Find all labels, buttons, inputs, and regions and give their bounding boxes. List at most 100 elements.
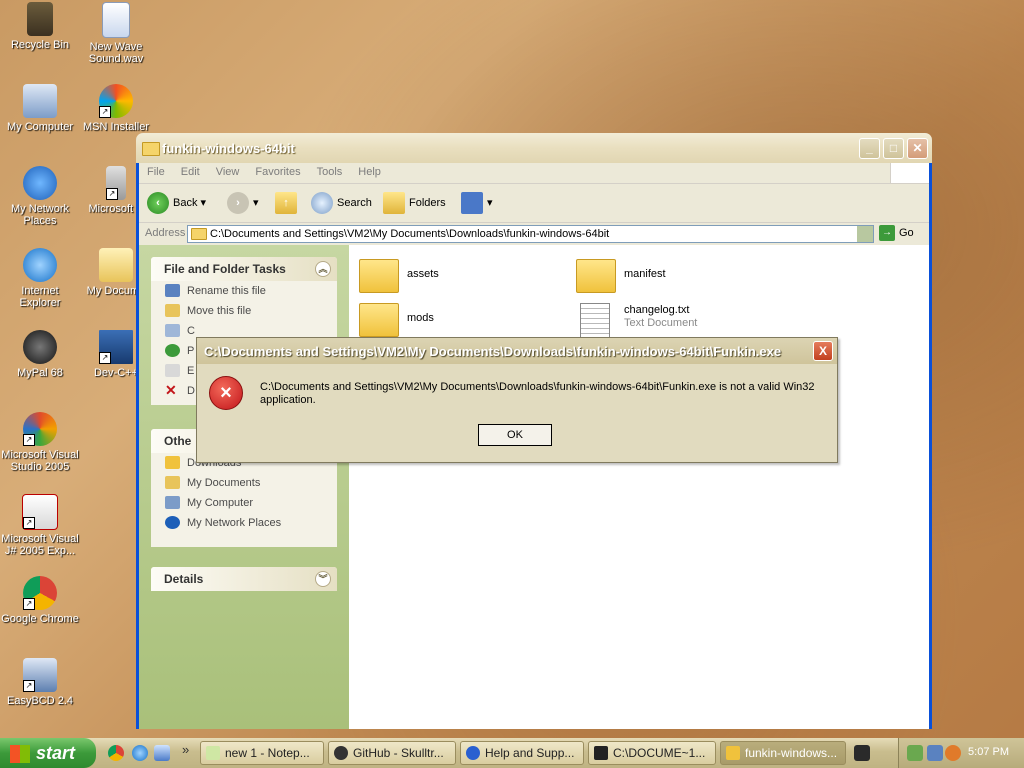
desktop-icon-easybcd[interactable]: ↗ EasyBCD 2.4 (0, 658, 80, 707)
desktop-icon-label: Microsoft Visual J# 2005 Exp... (1, 533, 79, 557)
desktop-icon-label: Microsoft Visual Studio 2005 (1, 449, 79, 473)
close-button[interactable]: ✕ (907, 138, 928, 159)
file-item-assets[interactable]: assets (359, 259, 539, 303)
mypal-icon (23, 330, 57, 364)
panel-title: File and Folder Tasks (164, 262, 286, 276)
file-name: assets (407, 268, 439, 280)
place-my-computer[interactable]: My Computer (151, 493, 337, 513)
desktop-icon-label: My Network Places (10, 203, 70, 227)
task-move[interactable]: Move this file (151, 301, 337, 321)
publish-icon (165, 344, 180, 357)
outlook-express-icon[interactable] (154, 745, 170, 761)
menu-tools[interactable]: Tools (309, 163, 351, 178)
task-rename[interactable]: Rename this file (151, 281, 337, 301)
taskbar: start » new 1 - Notep... GitHub - Skullt… (0, 738, 1024, 768)
email-icon (165, 364, 180, 377)
file-item-manifest[interactable]: manifest (576, 259, 756, 303)
msn-icon: ↗ (99, 84, 133, 118)
up-folder-button[interactable]: ↑ (275, 192, 301, 215)
menu-favorites[interactable]: Favorites (247, 163, 308, 178)
search-label: Search (337, 197, 372, 209)
desktop-icon-my-computer[interactable]: My Computer (0, 84, 80, 133)
task-label: E (187, 365, 195, 377)
dialog-titlebar[interactable]: C:\Documents and Settings\VM2\My Documen… (197, 338, 837, 364)
minimize-button[interactable]: _ (859, 138, 880, 159)
internet-explorer-icon[interactable] (132, 745, 148, 761)
panel-header[interactable]: File and Folder Tasks ︽ (151, 257, 337, 281)
window-title: funkin-windows-64bit (162, 141, 295, 156)
desktop-icon-visual-j[interactable]: ↗ Microsoft Visual J# 2005 Exp... (0, 494, 80, 557)
place-my-documents[interactable]: My Documents (151, 473, 337, 493)
maximize-button[interactable]: □ (883, 138, 904, 159)
desktop-icon-mypal[interactable]: MyPal 68 (0, 330, 80, 379)
start-button[interactable]: start (0, 738, 96, 768)
views-button[interactable]: ▾ (461, 192, 493, 215)
taskbar-item-github[interactable]: GitHub - Skulltr... (328, 741, 456, 765)
go-button[interactable]: → Go (879, 225, 914, 241)
task-label: P (187, 345, 195, 357)
place-my-network-places[interactable]: My Network Places (151, 513, 337, 533)
toolbar: ‹ Back ▾ › ▾ ↑ Search Folders ▾ (139, 184, 929, 223)
search-button[interactable]: Search (311, 192, 372, 215)
tray-safely-remove-icon[interactable] (927, 745, 943, 761)
menu-help[interactable]: Help (350, 163, 389, 178)
desktop-icon-msn-installer[interactable]: ↗ MSN Installer (76, 84, 156, 133)
shortcut-arrow-icon: ↗ (99, 106, 111, 118)
desktop-icon-visual-studio[interactable]: ↗ Microsoft Visual Studio 2005 (0, 412, 80, 473)
quick-launch-overflow[interactable]: » (182, 742, 189, 757)
clock: 5:07 PM (968, 746, 1009, 758)
back-button[interactable]: ‹ Back ▾ (147, 192, 206, 215)
dialog-close-button[interactable]: X (813, 341, 833, 361)
folder-icon (142, 142, 160, 156)
desktop-icon-google-chrome[interactable]: ↗ Google Chrome (0, 576, 80, 625)
error-dialog[interactable]: C:\Documents and Settings\VM2\My Documen… (196, 337, 838, 463)
panel-header[interactable]: Details ︾ (151, 567, 337, 591)
chrome-icon: ↗ (23, 576, 57, 610)
shortcut-arrow-icon: ↗ (23, 517, 35, 529)
address-input[interactable]: C:\Documents and Settings\VM2\My Documen… (187, 225, 874, 243)
desktop-icon-internet-explorer[interactable]: Internet Explorer (0, 248, 80, 309)
menu-view[interactable]: View (208, 163, 248, 178)
folder-icon (359, 259, 399, 293)
chrome-icon[interactable] (108, 745, 124, 761)
task-label: Move this file (187, 305, 252, 317)
desktop-icon-my-network-places[interactable]: My Network Places (0, 166, 80, 227)
move-icon (165, 304, 180, 317)
back-label: Back (173, 197, 198, 209)
collapse-icon[interactable]: ︽ (315, 261, 331, 277)
folder-icon (726, 746, 740, 760)
easybcd-icon: ↗ (23, 658, 57, 692)
expand-icon[interactable]: ︾ (315, 571, 331, 587)
taskbar-item-notepad[interactable]: new 1 - Notep... (200, 741, 324, 765)
address-dropdown-button[interactable] (857, 226, 873, 242)
desktop-icon-new-wave-sound[interactable]: New Wave Sound.wav (76, 2, 156, 65)
forward-button[interactable]: › ▾ (227, 192, 259, 215)
shortcut-arrow-icon: ↗ (23, 434, 35, 446)
forward-arrow-icon: › (227, 192, 249, 215)
paint-icon[interactable] (854, 745, 870, 761)
menu-file[interactable]: File (139, 163, 173, 178)
shortcut-arrow-icon: ↗ (23, 680, 35, 692)
folder-icon (576, 259, 616, 293)
taskbar-item-explorer[interactable]: funkin-windows... (720, 741, 846, 765)
go-arrow-icon: → (879, 225, 895, 241)
tray-search-icon[interactable] (945, 745, 961, 761)
desktop-icon-label: Google Chrome (1, 613, 79, 625)
explorer-titlebar[interactable]: funkin-windows-64bit _ □ ✕ (136, 133, 932, 163)
tray-network-icon[interactable] (907, 745, 923, 761)
taskbar-item-cmd[interactable]: C:\DOCUME~1... (588, 741, 716, 765)
desktop-icon-label: Recycle Bin (10, 39, 70, 51)
my-computer-icon (165, 496, 180, 509)
desktop-icon-recycle-bin[interactable]: Recycle Bin (0, 2, 80, 51)
folders-label: Folders (409, 197, 446, 209)
place-label: My Computer (187, 497, 254, 509)
ok-button[interactable]: OK (478, 424, 552, 446)
task-label: D (187, 385, 195, 397)
taskbar-item-help[interactable]: Help and Supp... (460, 741, 584, 765)
menu-edit[interactable]: Edit (173, 163, 208, 178)
place-label: My Network Places (187, 517, 282, 529)
folders-button[interactable]: Folders (383, 192, 446, 215)
up-folder-icon: ↑ (275, 192, 297, 215)
views-icon (461, 192, 483, 215)
task-label: funkin-windows... (745, 746, 838, 760)
